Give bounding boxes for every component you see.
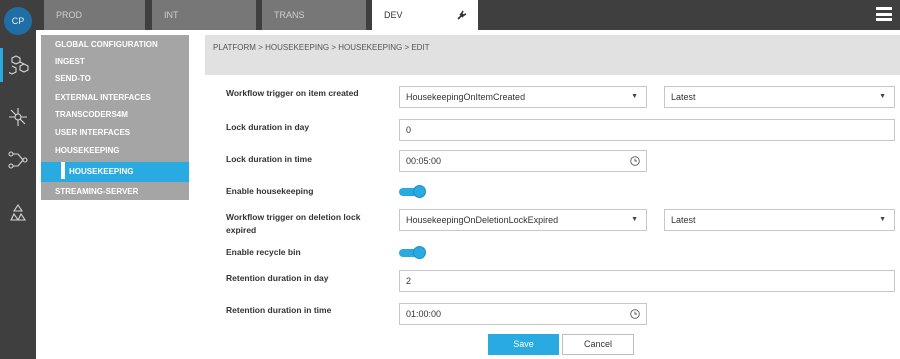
trigger-created-version-select[interactable]: Latest ▼: [664, 86, 895, 108]
network-icon[interactable]: [0, 100, 36, 134]
sidebar-item-ingest[interactable]: INGEST: [41, 53, 189, 70]
trigger-created-value: HousekeepingOnItemCreated: [406, 92, 526, 102]
top-bar: PROD INT TRANS DEV: [36, 0, 900, 30]
cancel-button[interactable]: Cancel: [562, 334, 634, 355]
lock-time-label: Lock duration in time: [226, 154, 312, 164]
hamburger-menu-icon[interactable]: [876, 7, 892, 21]
sidebar-item-send-to[interactable]: SEND-TO: [41, 70, 189, 87]
tab-int[interactable]: INT: [152, 0, 256, 30]
icon-rail: CP: [0, 0, 36, 359]
trigger-created-label: Workflow trigger on item created: [226, 88, 359, 98]
logo[interactable]: CP: [4, 7, 32, 35]
content-header: PLATFORM > HOUSEKEEPING > HOUSEKEEPING >…: [205, 35, 900, 75]
retention-day-label: Retention duration in day: [226, 273, 329, 283]
sidebar-item-transcoders4m[interactable]: TRANSCODERS4M: [41, 106, 189, 123]
clock-icon[interactable]: [630, 309, 640, 319]
trigger-deletion-label: Workflow trigger on deletion lock expire…: [226, 212, 361, 235]
trigger-deletion-version-value: Latest: [671, 215, 696, 225]
plug-icon[interactable]: [456, 9, 468, 21]
enable-housekeeping-toggle[interactable]: [399, 185, 426, 198]
sidebar-item-housekeeping[interactable]: HOUSEKEEPING: [41, 142, 189, 159]
trigger-deletion-version-select[interactable]: Latest ▼: [664, 209, 895, 231]
lock-time-input[interactable]: 00:05:00: [399, 150, 647, 172]
enable-housekeeping-label: Enable housekeeping: [226, 186, 314, 196]
trigger-created-select[interactable]: HousekeepingOnItemCreated ▼: [399, 86, 647, 108]
chevron-down-icon: ▼: [879, 93, 886, 100]
lock-time-value: 00:05:00: [406, 156, 442, 166]
trigger-created-version-value: Latest: [671, 92, 696, 102]
trigger-deletion-select[interactable]: HousekeepingOnDeletionLockExpired ▼: [399, 209, 647, 231]
app: CP PROD INT TRANS DEV GLOBAL CONFIGURATI: [0, 0, 900, 359]
lock-day-input[interactable]: 0: [399, 119, 895, 141]
enable-recycle-toggle[interactable]: [399, 246, 426, 259]
tab-trans[interactable]: TRANS: [262, 0, 366, 30]
sidebar-item-global-configuration[interactable]: GLOBAL CONFIGURATION: [41, 36, 189, 53]
lock-day-label: Lock duration in day: [226, 122, 310, 132]
retention-day-input[interactable]: 2: [399, 270, 895, 292]
chevron-down-icon: ▼: [631, 216, 638, 223]
clock-icon[interactable]: [630, 156, 640, 166]
retention-time-label: Retention duration in time: [226, 305, 332, 315]
chevron-down-icon: ▼: [879, 216, 886, 223]
sidebar-item-user-interfaces[interactable]: USER INTERFACES: [41, 124, 189, 141]
cubes-icon[interactable]: [0, 48, 36, 82]
config-sidebar: GLOBAL CONFIGURATION INGEST SEND-TO EXTE…: [41, 35, 189, 200]
share-flow-icon[interactable]: [0, 143, 36, 177]
save-button[interactable]: Save: [488, 334, 559, 355]
sidebar-subitem-housekeeping[interactable]: HOUSEKEEPING: [41, 162, 189, 182]
enable-recycle-label: Enable recycle bin: [226, 247, 301, 257]
sidebar-item-streaming-server[interactable]: STREAMING-SERVER: [41, 183, 189, 200]
sidebar-item-external-interfaces[interactable]: EXTERNAL INTERFACES: [41, 89, 189, 106]
retention-time-value: 01:00:00: [406, 309, 442, 319]
tab-dev-label: DEV: [384, 10, 403, 20]
tab-prod[interactable]: PROD: [44, 0, 145, 30]
tab-dev[interactable]: DEV: [372, 0, 478, 30]
chevron-down-icon: ▼: [631, 93, 638, 100]
breadcrumb: PLATFORM > HOUSEKEEPING > HOUSEKEEPING >…: [213, 43, 430, 52]
trigger-deletion-value: HousekeepingOnDeletionLockExpired: [406, 215, 559, 225]
retention-time-input[interactable]: 01:00:00: [399, 303, 647, 325]
recycle-icon[interactable]: [0, 196, 36, 230]
